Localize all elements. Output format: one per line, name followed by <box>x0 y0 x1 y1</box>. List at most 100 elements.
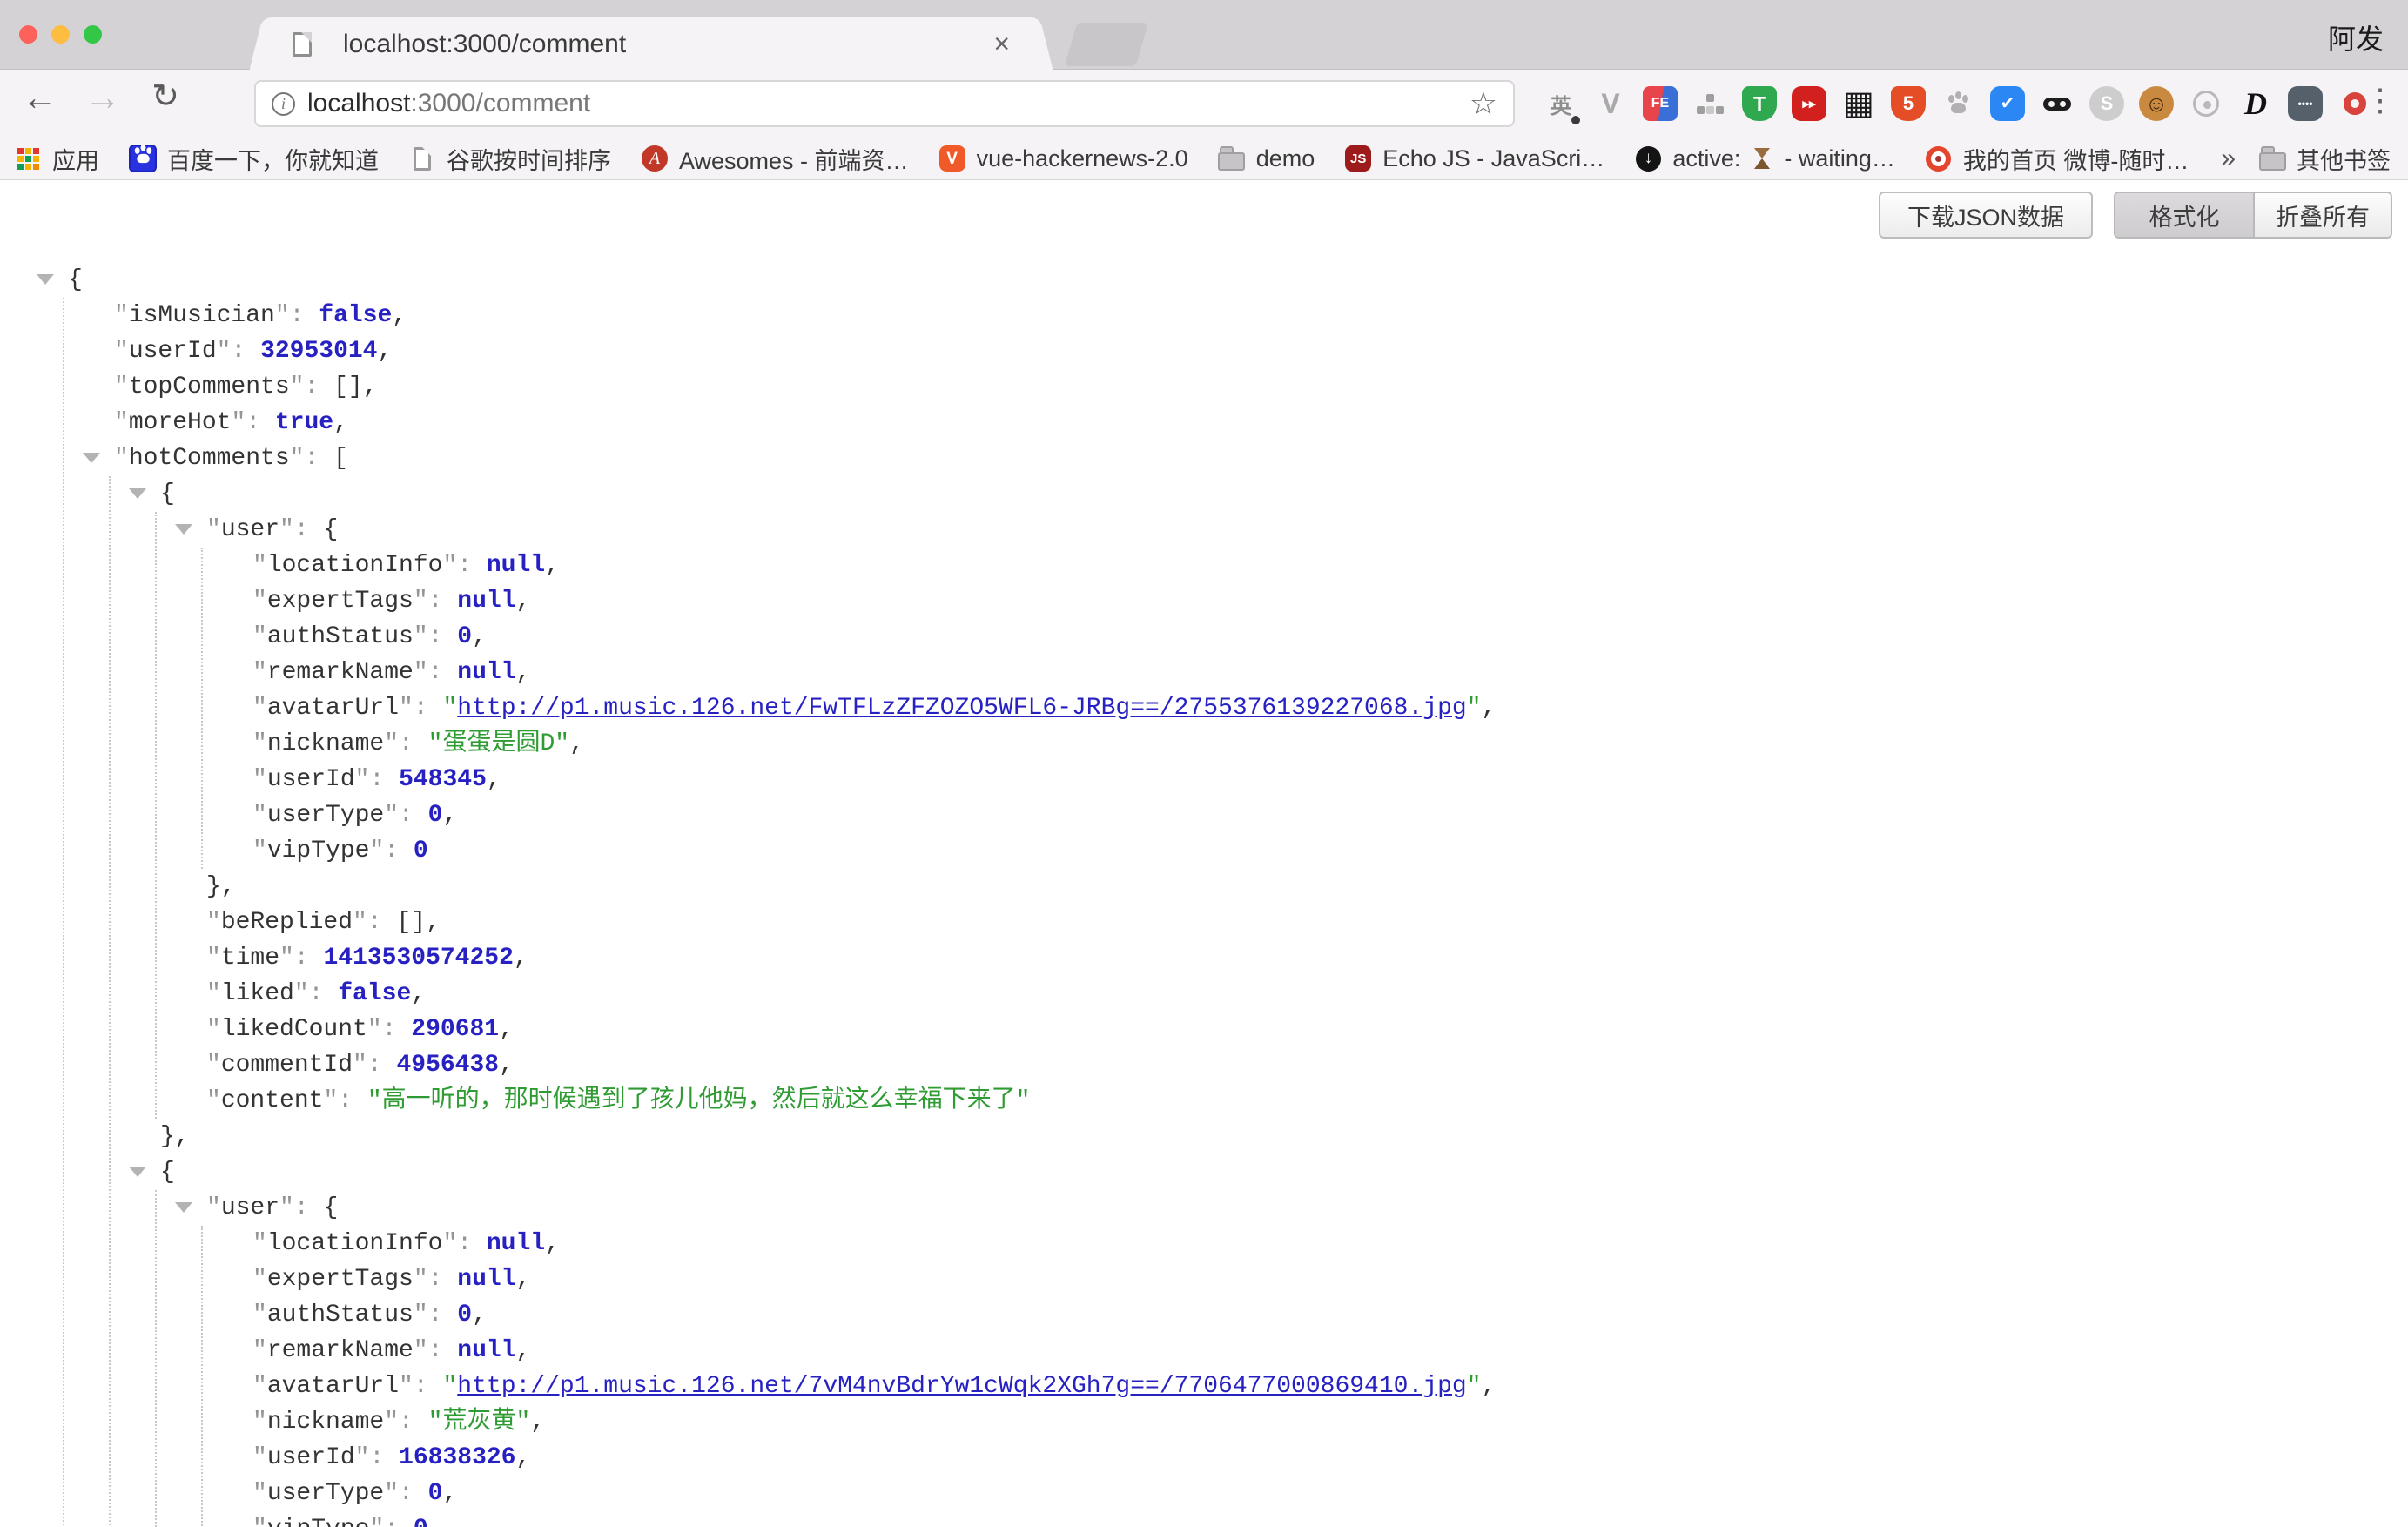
json-line: "likedCount": 290681, <box>206 1012 1496 1047</box>
new-tab-button[interactable] <box>1065 23 1148 66</box>
mask-extension-icon[interactable] <box>2039 85 2075 122</box>
dots-extension-icon[interactable]: •••• <box>2287 85 2324 122</box>
json-line: "user": { <box>206 1190 1496 1226</box>
collapse-all-button[interactable]: 折叠所有 <box>2253 193 2391 237</box>
bookmark-items: 应用百度一下，你就知道 谷歌按时间排序 AAwesomes - 前端资… Vvue-h… <box>14 142 2189 176</box>
tab-close-icon[interactable]: × <box>993 28 1010 60</box>
json-line: "remarkName": null, <box>252 1333 1496 1369</box>
minimize-window-button[interactable] <box>51 25 70 44</box>
json-line: "expertTags": null, <box>252 1261 1496 1297</box>
fullscreen-window-button[interactable] <box>84 25 102 44</box>
page-info-icon[interactable]: i <box>272 92 295 116</box>
shield-t-extension-icon[interactable]: T <box>1741 85 1778 122</box>
collapse-triangle-icon[interactable] <box>175 1202 192 1213</box>
weibo-gray-extension-icon[interactable] <box>2188 85 2224 122</box>
fastforward-extension-icon[interactable]: ▸▸ <box>1791 85 1827 122</box>
json-line: "hotComments": [ <box>114 441 1496 476</box>
bookmark-label: - waiting… <box>1784 145 1895 172</box>
bookmarks-right: » 其他书签 <box>2221 138 2391 179</box>
json-line: }, <box>160 1119 1496 1154</box>
json-children-block: "locationInfo": null,"expertTags": null,… <box>201 548 1496 869</box>
forward-button: → <box>78 77 127 118</box>
glyph-icon: JS <box>1344 145 1372 172</box>
bookmark-label: active: <box>1672 145 1740 172</box>
url-path: :3000/comment <box>410 89 590 118</box>
bookmark-active-waiting[interactable]: ↓ active: - waiting… <box>1634 145 1895 172</box>
vimium-extension-icon[interactable]: V <box>1592 85 1629 122</box>
tab-favicon-page-icon <box>293 32 312 57</box>
traffic-lights <box>19 25 102 44</box>
collapse-triangle-icon[interactable] <box>175 524 192 535</box>
html5-player-extension-icon[interactable]: 5 <box>1890 85 1927 122</box>
bookmark-label: Awesomes - 前端资… <box>679 142 909 176</box>
glyph-icon: V <box>938 145 966 172</box>
collapse-triangle-icon[interactable] <box>129 1167 146 1177</box>
json-line: "isMusician": false, <box>114 298 1496 333</box>
format-button[interactable]: 格式化 <box>2115 193 2253 237</box>
window-titlebar: localhost:3000/comment × 阿发 <box>0 0 2408 70</box>
bookmark-baidu[interactable]: 百度一下，你就知道 <box>129 142 379 176</box>
bookmark-label: 谷歌按时间排序 <box>447 142 611 176</box>
json-line: "vipType": 0 <box>252 1511 1496 1527</box>
weibored-icon <box>1925 145 1953 172</box>
fehelper-extension-icon[interactable]: FE <box>1642 85 1678 122</box>
s-extension-icon[interactable]: S <box>2089 85 2125 122</box>
json-url-link[interactable]: http://p1.music.126.net/7vM4nvBdrYw1cWqk… <box>457 1373 1466 1400</box>
json-url-link[interactable]: http://p1.music.126.net/FwTFLzZFZOZO5WFL… <box>457 695 1466 722</box>
qrcode-extension-icon[interactable]: ▦ <box>1840 85 1877 122</box>
json-children-block: "isMusician": false,"userId": 32953014, "… <box>63 298 1496 1527</box>
browser-toolbar: ← → ↻ i localhost:3000/comment ☆ 英V FE T ▸▸… <box>0 70 2408 138</box>
json-line: "expertTags": null, <box>252 583 1496 619</box>
other-bookmarks-folder[interactable]: 其他书签 <box>2258 142 2391 176</box>
json-line: "time": 1413530574252, <box>206 940 1496 976</box>
url-host: localhost <box>307 89 410 118</box>
bookmark-vue-hackernews[interactable]: Vvue-hackernews-2.0 <box>938 145 1188 172</box>
collapse-triangle-icon[interactable] <box>37 274 54 285</box>
bookmark-star-icon[interactable]: ☆ <box>1470 85 1497 122</box>
json-line: "nickname": "荒灰黄", <box>252 1404 1496 1440</box>
folder-icon <box>1218 145 1246 172</box>
arrowcircle-icon: ↓ <box>1634 145 1662 172</box>
back-button[interactable]: ← <box>16 77 64 118</box>
json-tree-viewer: { "isMusician": false,"userId": 32953014,… <box>68 262 1496 1527</box>
url-text[interactable]: localhost:3000/comment <box>307 89 590 118</box>
nodes-extension-icon[interactable] <box>1692 85 1728 122</box>
collapse-triangle-icon[interactable] <box>83 453 100 463</box>
json-line: { <box>160 476 1496 512</box>
json-line: "locationInfo": null, <box>252 1226 1496 1261</box>
check-blue-extension-icon[interactable]: ✔ <box>1989 85 2026 122</box>
json-children-block: "user": {"locationInfo": null,"expertTag… <box>155 1190 1496 1527</box>
bookmark-echojs[interactable]: JS Echo JS - JavaScri… <box>1344 145 1604 172</box>
collapse-triangle-icon[interactable] <box>129 488 146 499</box>
json-line: "authStatus": 0, <box>252 1297 1496 1333</box>
bookmark-label: Echo JS - JavaScri… <box>1382 145 1604 172</box>
monkey-extension-icon[interactable]: ☺ <box>2138 85 2175 122</box>
translate-extension-icon[interactable]: 英 <box>1543 85 1579 122</box>
address-bar[interactable]: i localhost:3000/comment ☆ <box>254 80 1515 127</box>
close-window-button[interactable] <box>19 25 37 44</box>
json-line: "userId": 16838326, <box>252 1440 1496 1476</box>
page-content: 下载JSON数据 格式化 折叠所有 {"isMusician": false,"… <box>0 181 2408 1527</box>
bookmarks-overflow-chevron[interactable]: » <box>2221 144 2236 173</box>
paw-extension-icon[interactable] <box>1940 85 1976 122</box>
other-bookmarks-label: 其他书签 <box>2297 142 2391 176</box>
tab-title: localhost:3000/comment <box>343 30 626 59</box>
bookmark-awesomes[interactable]: AAwesomes - 前端资… <box>641 142 909 176</box>
d-extension-icon[interactable]: D <box>2237 85 2274 122</box>
browser-profile-name: 阿发 <box>2328 17 2384 57</box>
browser-menu-icon[interactable]: ⋮ <box>2363 82 2398 118</box>
bookmark-google-by-time[interactable]: 谷歌按时间排序 <box>408 142 611 176</box>
folder-icon <box>2258 145 2286 172</box>
browser-tab[interactable]: localhost:3000/comment × <box>268 17 1034 71</box>
json-line: "userId": 548345, <box>252 762 1496 797</box>
bookmark-weibo-home[interactable]: 我的首页 微博-随时… <box>1925 142 2189 176</box>
reload-button[interactable]: ↻ <box>141 77 190 116</box>
json-line: "moreHot": true, <box>114 405 1496 441</box>
json-controls: 下载JSON数据 格式化 折叠所有 <box>1879 192 2392 239</box>
json-line: }, <box>206 869 1496 905</box>
download-json-button[interactable]: 下载JSON数据 <box>1879 192 2093 239</box>
bookmark-demo[interactable]: demo <box>1218 145 1315 172</box>
bookmark-apps[interactable]: 应用 <box>14 142 99 176</box>
json-line: "userId": 32953014, <box>114 333 1496 369</box>
json-line: { <box>160 1154 1496 1190</box>
